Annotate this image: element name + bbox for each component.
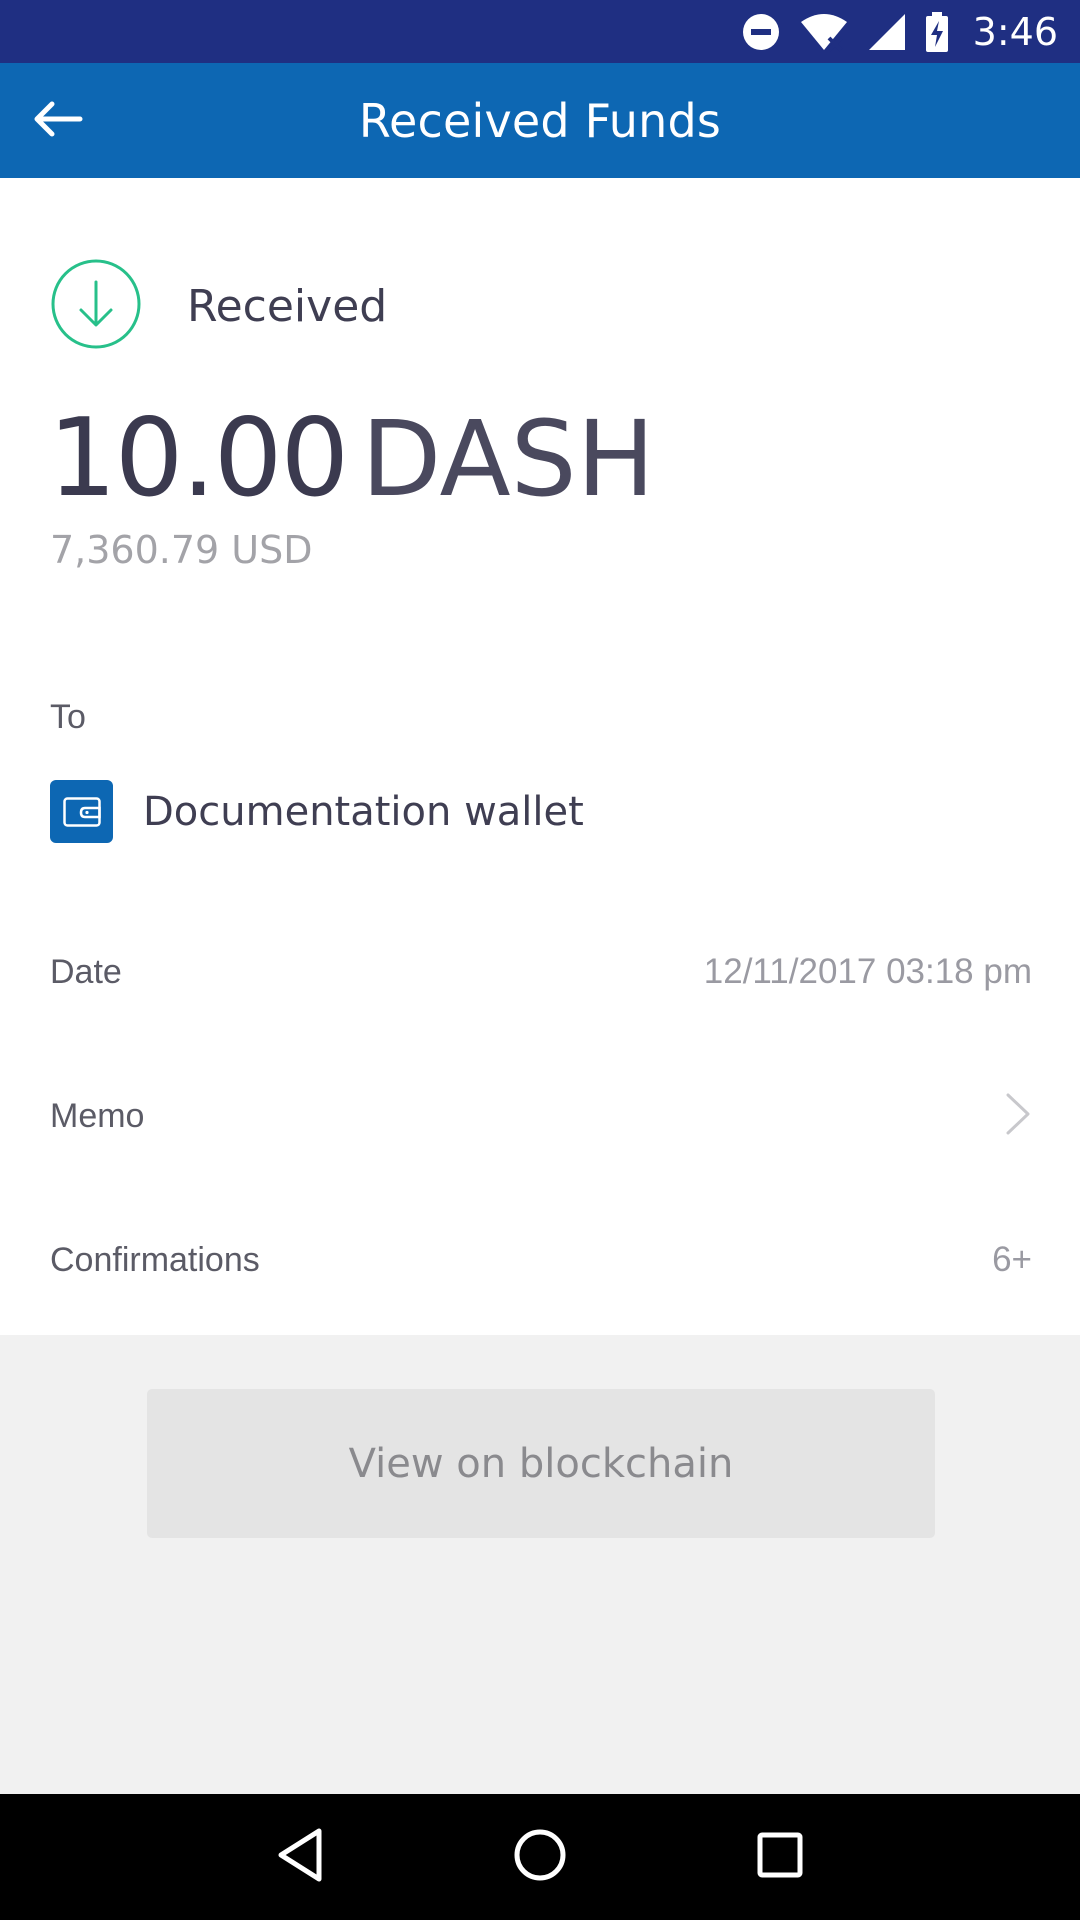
status-bar: 3:46 bbox=[0, 0, 1080, 63]
fiat-amount: 7,360.79 USD bbox=[50, 528, 313, 572]
chevron-right-icon bbox=[1004, 1092, 1032, 1141]
home-circle-icon bbox=[512, 1827, 568, 1888]
wifi-icon bbox=[799, 12, 849, 52]
signal-icon bbox=[867, 12, 907, 52]
recents-square-icon bbox=[755, 1830, 805, 1885]
confirmations-row: Confirmations 6+ bbox=[50, 1230, 1032, 1290]
amount-value: 10.00 bbox=[48, 396, 349, 521]
back-triangle-icon bbox=[275, 1827, 325, 1888]
system-nav-bar bbox=[0, 1794, 1080, 1920]
status-label: Received bbox=[187, 281, 388, 332]
view-on-blockchain-button[interactable]: View on blockchain bbox=[147, 1389, 935, 1538]
amount-unit: DASH bbox=[361, 398, 655, 520]
wallet-name: Documentation wallet bbox=[143, 788, 584, 835]
status-time: 3:46 bbox=[972, 9, 1058, 54]
battery-charging-icon bbox=[925, 11, 949, 52]
do-not-disturb-icon bbox=[741, 12, 781, 52]
transaction-status: Received bbox=[50, 258, 387, 355]
wallet-icon bbox=[50, 780, 113, 843]
back-button[interactable] bbox=[22, 86, 92, 156]
confirmations-label: Confirmations bbox=[50, 1240, 260, 1279]
nav-back-button[interactable] bbox=[260, 1817, 340, 1897]
to-label: To bbox=[50, 698, 86, 736]
app-bar: Received Funds bbox=[0, 63, 1080, 178]
confirmations-value: 6+ bbox=[992, 1240, 1032, 1279]
page-title: Received Funds bbox=[358, 93, 722, 148]
nav-home-button[interactable] bbox=[500, 1817, 580, 1897]
transaction-details: Received 10.00 DASH 7,360.79 USD To Docum… bbox=[0, 178, 1080, 1335]
nav-recents-button[interactable] bbox=[740, 1817, 820, 1897]
date-row: Date 12/11/2017 03:18 pm bbox=[50, 942, 1032, 1002]
arrow-down-circle-icon bbox=[50, 258, 142, 355]
arrow-left-icon bbox=[30, 99, 84, 144]
amount: 10.00 DASH bbox=[48, 396, 655, 521]
date-label: Date bbox=[50, 952, 122, 991]
date-value: 12/11/2017 03:18 pm bbox=[703, 952, 1032, 991]
memo-label: Memo bbox=[50, 1096, 145, 1135]
recipient-wallet: Documentation wallet bbox=[50, 780, 584, 843]
memo-row[interactable]: Memo bbox=[50, 1086, 1032, 1146]
